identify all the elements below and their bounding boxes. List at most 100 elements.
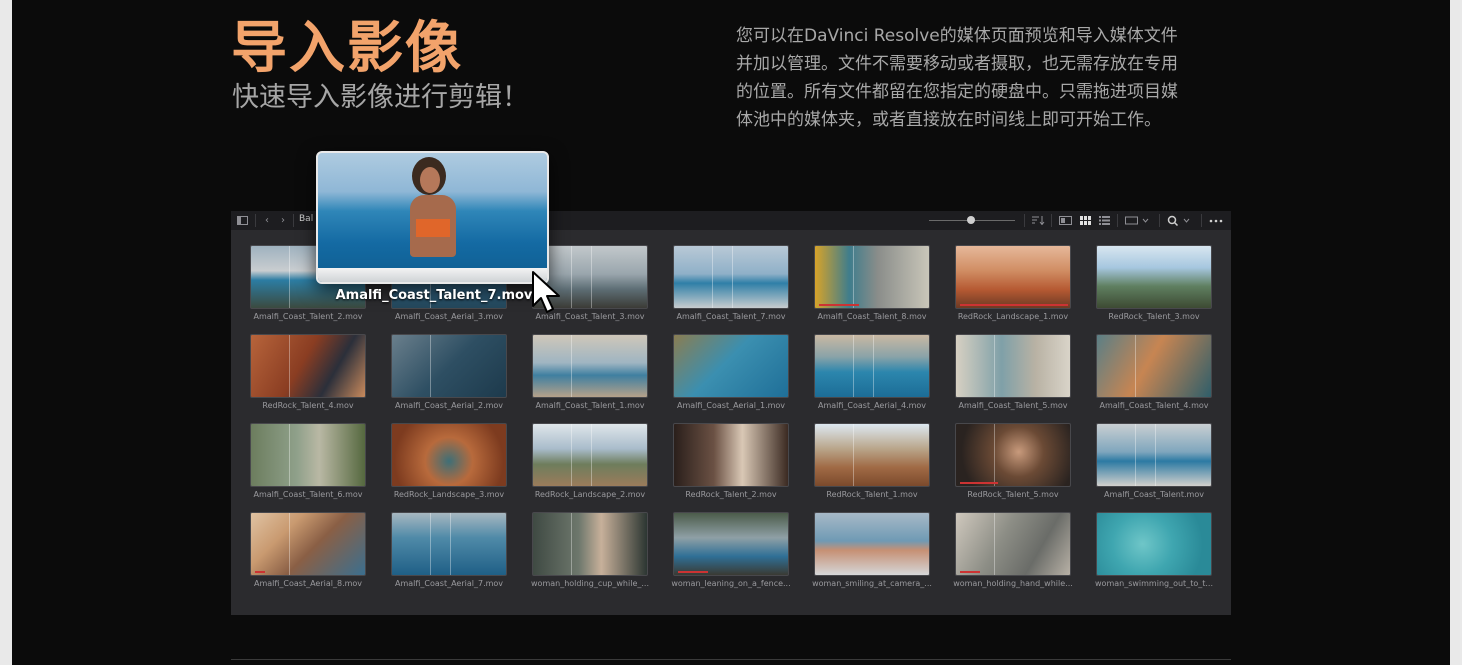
clip-tile[interactable]: woman_holding_cup_while_... [531,512,649,590]
clip-name: Amalfi_Coast_Talent_8.mov [817,312,927,321]
divider [231,659,1231,660]
clip-thumbnail[interactable] [250,512,366,576]
clip-tile[interactable]: woman_smiling_at_camera_... [812,512,932,590]
clip-name: RedRock_Talent_5.mov [967,490,1059,499]
scrub-marker [1135,424,1136,486]
dragged-clip-name: Amalfi_Coast_Talent_7.mov [335,288,533,303]
clip-progress-bar [960,482,998,484]
scrub-marker [853,246,854,308]
clip-tile[interactable]: Amalfi_Coast_Aerial_7.mov [391,512,507,590]
clip-name: Amalfi_Coast_Aerial_1.mov [676,401,786,410]
clip-thumbnail[interactable] [532,423,648,487]
clip-thumbnail[interactable] [391,334,507,398]
clip-thumbnail[interactable] [955,512,1071,576]
clip-tile[interactable]: RedRock_Landscape_1.mov [955,245,1071,323]
clip-tile[interactable]: RedRock_Talent_5.mov [955,423,1071,501]
clip-tile[interactable]: RedRock_Talent_1.mov [814,423,930,501]
clip-tile[interactable]: Amalfi_Coast_Aerial_4.mov [814,334,930,412]
scrub-marker [289,246,290,308]
clip-progress-bar [960,571,980,573]
clip-tile[interactable]: Amalfi_Coast_Talent_7.mov [673,245,789,323]
clip-thumbnail[interactable] [814,334,930,398]
clip-thumbnail[interactable] [673,512,789,576]
clip-progress-bar [255,571,265,573]
clip-thumbnail[interactable] [391,512,507,576]
search-icon[interactable] [1165,213,1195,228]
thumbnail-view-icon[interactable] [1078,213,1092,228]
clip-thumbnail[interactable] [955,245,1071,309]
clip-thumbnail[interactable] [1096,245,1212,309]
page-subtitle: 快速导入影像进行剪辑！ [232,82,529,113]
clip-tile[interactable]: Amalfi_Coast_Talent_5.mov [955,334,1071,412]
list-view-icon[interactable] [1097,213,1111,228]
scrub-marker [571,424,572,486]
clip-tile[interactable]: RedRock_Talent_2.mov [673,423,789,501]
clip-progress-bar [819,304,859,306]
clip-thumbnail[interactable] [814,245,930,309]
clip-name: RedRock_Talent_1.mov [826,490,918,499]
clip-thumbnail[interactable] [673,423,789,487]
clip-thumbnail[interactable] [1096,334,1212,398]
clip-tile[interactable]: RedRock_Landscape_3.mov [391,423,507,501]
sort-icon[interactable] [1030,213,1046,228]
clip-name: Amalfi_Coast_Aerial_7.mov [394,579,504,588]
clip-thumbnail[interactable] [814,423,930,487]
clip-thumbnail[interactable] [250,423,366,487]
clip-name: Amalfi_Coast_Talent_7.mov [676,312,786,321]
clip-tile[interactable]: Amalfi_Coast_Aerial_8.mov [250,512,366,590]
clip-thumbnail[interactable] [1096,423,1212,487]
clip-thumbnail[interactable] [250,334,366,398]
more-options-icon[interactable] [1207,213,1225,228]
clip-tile[interactable]: Amalfi_Coast_Talent.mov [1096,423,1212,501]
scrub-marker [1155,424,1156,486]
clip-tile[interactable]: Amalfi_Coast_Aerial_1.mov [673,334,789,412]
thumbnail-person-top [416,219,450,237]
clip-thumbnail[interactable] [391,423,507,487]
clip-thumbnail[interactable] [532,512,648,576]
clip-thumbnail[interactable] [673,245,789,309]
clip-name: Amalfi_Coast_Talent.mov [1104,490,1204,499]
scrub-marker [289,513,290,575]
clip-tile[interactable]: RedRock_Talent_3.mov [1096,245,1212,323]
scrub-marker [571,513,572,575]
clip-progress-bar [678,571,708,573]
back-arrow-icon[interactable]: ‹ [261,213,273,228]
clip-progress-bar [960,304,1068,306]
clip-name: woman_holding_hand_while... [953,579,1073,588]
description-text: 您可以在DaVinci Resolve的媒体页面预览和导入媒体文件并加以管理。文… [736,26,1178,130]
clip-tile[interactable]: woman_swimming_out_to_t... [1095,512,1213,590]
bin-name[interactable]: Bal [299,214,313,224]
scrub-marker [853,335,854,397]
clip-tile[interactable]: woman_leaning_on_a_fence... [671,512,791,590]
clip-thumbnail[interactable] [955,334,1071,398]
metadata-view-icon[interactable] [1057,213,1073,228]
clip-tile[interactable]: Amalfi_Coast_Talent_6.mov [250,423,366,501]
clip-tile[interactable]: RedRock_Landscape_2.mov [532,423,648,501]
clip-size-icon[interactable] [1123,213,1153,228]
clip-name: RedRock_Landscape_2.mov [534,490,646,499]
clip-name: Amalfi_Coast_Talent_4.mov [1099,401,1209,410]
clip-thumbnail[interactable] [532,334,648,398]
clip-tile[interactable]: Amalfi_Coast_Talent_8.mov [814,245,930,323]
scrub-marker [591,246,592,308]
clip-tile[interactable]: Amalfi_Coast_Talent_4.mov [1096,334,1212,412]
dragged-clip-thumbnail[interactable] [316,151,549,284]
zoom-slider-handle[interactable] [967,216,975,224]
clip-tile[interactable]: Amalfi_Coast_Talent_1.mov [532,334,648,412]
clip-thumbnail[interactable] [673,334,789,398]
forward-arrow-icon[interactable]: › [277,213,289,228]
clip-thumbnail[interactable] [955,423,1071,487]
scrub-marker [591,424,592,486]
clip-name: Amalfi_Coast_Talent_2.mov [253,312,363,321]
sidebar-toggle-icon[interactable] [235,213,249,228]
clip-tile[interactable]: Amalfi_Coast_Aerial_2.mov [391,334,507,412]
mouse-pointer-icon [532,271,560,313]
scrub-marker [853,424,854,486]
clip-tile[interactable]: RedRock_Talent_4.mov [250,334,366,412]
clip-name: Amalfi_Coast_Aerial_8.mov [253,579,363,588]
clip-thumbnail[interactable] [814,512,930,576]
scrub-marker [994,513,995,575]
clip-thumbnail[interactable] [1096,512,1212,576]
scrub-marker [994,424,995,486]
clip-tile[interactable]: woman_holding_hand_while... [953,512,1073,590]
